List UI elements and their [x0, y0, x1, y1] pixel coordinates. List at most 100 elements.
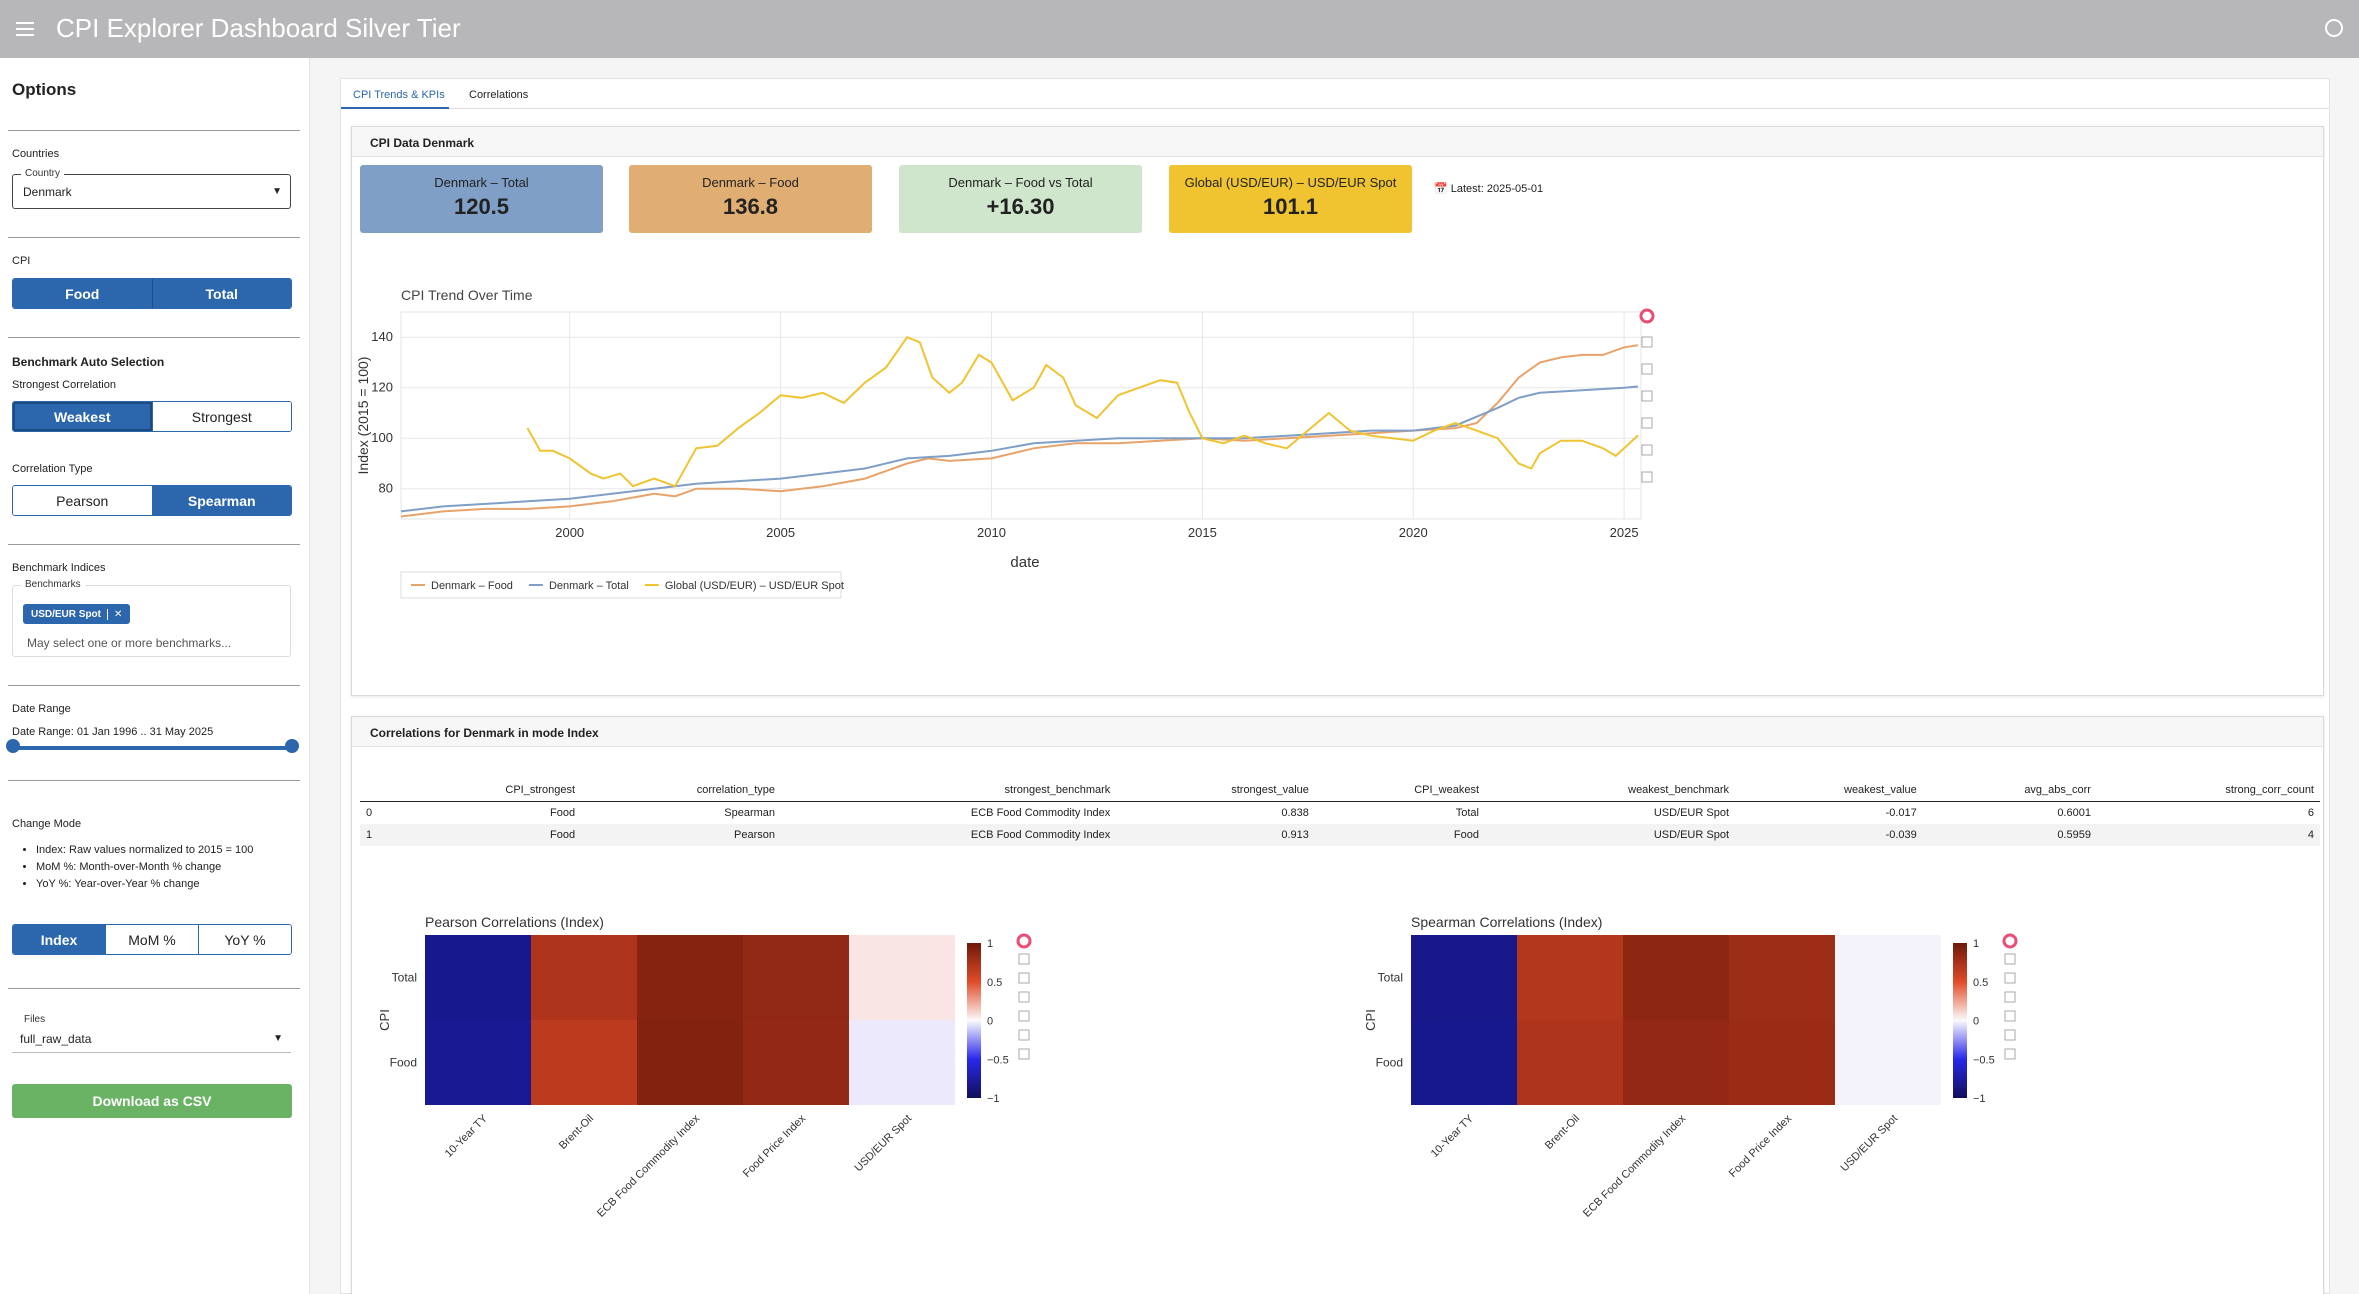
pan-icon[interactable] — [1641, 336, 1653, 348]
table-cell: Food — [400, 824, 582, 846]
heatmap-row-label: Total — [392, 971, 417, 985]
logo-ring — [1016, 933, 1032, 949]
colorbar-tick-label: −0.5 — [1973, 1054, 1995, 1066]
tab-correlations[interactable]: Correlations — [469, 89, 528, 101]
hover-icon[interactable] — [1018, 1048, 1030, 1060]
pan-icon[interactable] — [2004, 953, 2016, 965]
kpi-card-food: Denmark – Food 136.8 — [629, 165, 872, 233]
country-select[interactable]: Country Denmark ▼ — [12, 168, 291, 209]
save-icon[interactable] — [2004, 1010, 2016, 1022]
correlations-card: Correlations for Denmark in mode Index C… — [351, 716, 2324, 1294]
countries-label: Countries — [12, 148, 60, 160]
status-indicator-icon — [2325, 19, 2343, 37]
mom-mode-button[interactable]: MoM % — [105, 925, 198, 954]
date-range-label: Date Range — [12, 703, 71, 715]
index-mode-button[interactable]: Index — [13, 925, 105, 954]
date-range-start-handle[interactable] — [6, 739, 20, 753]
hover-icon[interactable] — [1641, 471, 1653, 483]
download-csv-button[interactable]: Download as CSV — [12, 1084, 292, 1118]
correlation-heatmaps[interactable]: Pearson Correlations (Index) Total Food CPI… — [352, 867, 2325, 1294]
table-cell: USD/EUR Spot — [1653, 807, 1730, 819]
cpi-total-button[interactable]: Total — [151, 279, 291, 308]
table-cell: 6 — [2307, 807, 2314, 819]
benchmark-chip[interactable]: USD/EUR Spot ✕ — [23, 604, 131, 624]
bokeh-logo-icon[interactable] — [1639, 308, 1655, 324]
box-zoom-icon[interactable] — [1641, 363, 1653, 375]
kpi-value: 101.1 — [1262, 194, 1319, 219]
tool-glyph — [1018, 991, 1030, 1003]
cpi-food-button[interactable]: Food — [13, 279, 152, 308]
heatmap-cell — [1623, 935, 1729, 1020]
tab-cpi-trends[interactable]: CPI Trends & KPIs — [353, 89, 445, 101]
files-select[interactable]: Files full_raw_data ▼ — [12, 1014, 291, 1053]
heatmap-y-label: CPI — [1363, 1009, 1378, 1031]
wheel-zoom-icon[interactable] — [1641, 390, 1653, 402]
change-mode-note: Index: Raw values normalized to 2015 = 1… — [36, 842, 253, 859]
save-icon[interactable] — [1018, 1010, 1030, 1022]
heatmap-col-label: USD/EUR Spot — [852, 1113, 914, 1175]
wheel-zoom-icon[interactable] — [2004, 991, 2016, 1003]
table-header-cell: correlation_type — [581, 779, 782, 802]
pan-icon[interactable] — [1018, 953, 1030, 965]
date-range-end-handle[interactable] — [285, 739, 299, 753]
y-tick-label: 80 — [379, 481, 393, 496]
table-cell: ECB Food Commodity Index — [781, 824, 1117, 846]
bokeh-logo-icon[interactable] — [1016, 933, 1032, 949]
yoy-mode-button[interactable]: YoY % — [198, 925, 291, 954]
table-cell: 4 — [2096, 824, 2320, 846]
heatmap-cell — [1517, 935, 1623, 1020]
heatmap-title: Pearson Correlations (Index) — [425, 914, 604, 930]
kpi-card-usd-eur: Global (USD/EUR) – USD/EUR Spot 101.1 — [1169, 165, 1412, 233]
tool-glyph — [1018, 953, 1030, 965]
y-tick-label: 140 — [371, 329, 393, 344]
box-zoom-icon[interactable] — [2004, 972, 2016, 984]
heatmap-col-label: USD/EUR Spot — [1838, 1113, 1900, 1175]
colorbar-tick-label: −1 — [987, 1093, 1000, 1105]
heatmap-y-label: CPI — [377, 1009, 392, 1031]
pearson-button[interactable]: Pearson — [13, 486, 152, 515]
tab-panel: CPI Trends & KPIs Correlations CPI Data … — [340, 78, 2330, 1294]
remove-chip-icon[interactable]: ✕ — [107, 608, 122, 620]
menu-icon[interactable] — [16, 22, 34, 36]
reset-icon[interactable] — [1018, 1029, 1030, 1041]
cpi-button-group: Food Total — [12, 278, 292, 309]
correlation-type-label: Correlation Type — [12, 463, 93, 475]
heatmap-cell — [531, 1020, 637, 1105]
hover-icon[interactable] — [2004, 1048, 2016, 1060]
divider — [8, 780, 300, 781]
tab-bar: CPI Trends & KPIs Correlations — [341, 79, 2329, 109]
date-range-slider[interactable] — [12, 746, 292, 750]
table-cell: -0.039 — [1735, 824, 1923, 846]
benchmarks-field-label: Benchmarks — [21, 579, 85, 590]
divider — [8, 130, 300, 131]
date-range-value: Date Range: 01 Jan 1996 .. 31 May 2025 — [12, 726, 214, 738]
strongest-button[interactable]: Strongest — [151, 402, 291, 431]
table-cell: 0.5959 — [1922, 824, 2097, 846]
spearman-button[interactable]: Spearman — [151, 486, 291, 515]
colorbar-tick-label: 1 — [987, 938, 993, 950]
table-cell: 0.6001 — [2057, 807, 2091, 819]
table-header-cell — [360, 779, 401, 802]
kpi-value: 120.5 — [453, 194, 510, 219]
kpi-value: 136.8 — [722, 194, 779, 219]
cpi-trend-chart[interactable]: CPI Trend Over Time 80 100 120 140 2000 2005 20… — [352, 242, 2325, 697]
y-tick-label: 120 — [371, 380, 393, 395]
heatmap-cell — [849, 935, 955, 1020]
table-cell: Pearson — [581, 824, 782, 846]
save-icon[interactable] — [1641, 417, 1653, 429]
weakest-button[interactable]: Weakest — [13, 402, 152, 431]
table-cell: Spearman — [724, 807, 776, 819]
heatmap-col-label: Food Price Index — [741, 1112, 809, 1180]
bokeh-logo-icon[interactable] — [2002, 933, 2018, 949]
heatmap-col-label: ECB Food Commodity Index — [595, 1112, 702, 1219]
benchmarks-multiselect[interactable]: Benchmarks USD/EUR Spot ✕ May select one… — [12, 579, 291, 657]
wheel-zoom-icon[interactable] — [1018, 991, 1030, 1003]
calendar-icon: 📅 — [1434, 183, 1448, 195]
table-cell: 0.838 — [1281, 807, 1309, 819]
kpi-label: Global (USD/EUR) – USD/EUR Spot — [1184, 175, 1397, 190]
reset-icon[interactable] — [1641, 444, 1653, 456]
sidebar: Options Countries Country Denmark ▼ CPI … — [0, 58, 310, 1294]
reset-icon[interactable] — [2004, 1029, 2016, 1041]
box-zoom-icon[interactable] — [1018, 972, 1030, 984]
heatmap-col-label: ECB Food Commodity Index — [1581, 1112, 1688, 1219]
